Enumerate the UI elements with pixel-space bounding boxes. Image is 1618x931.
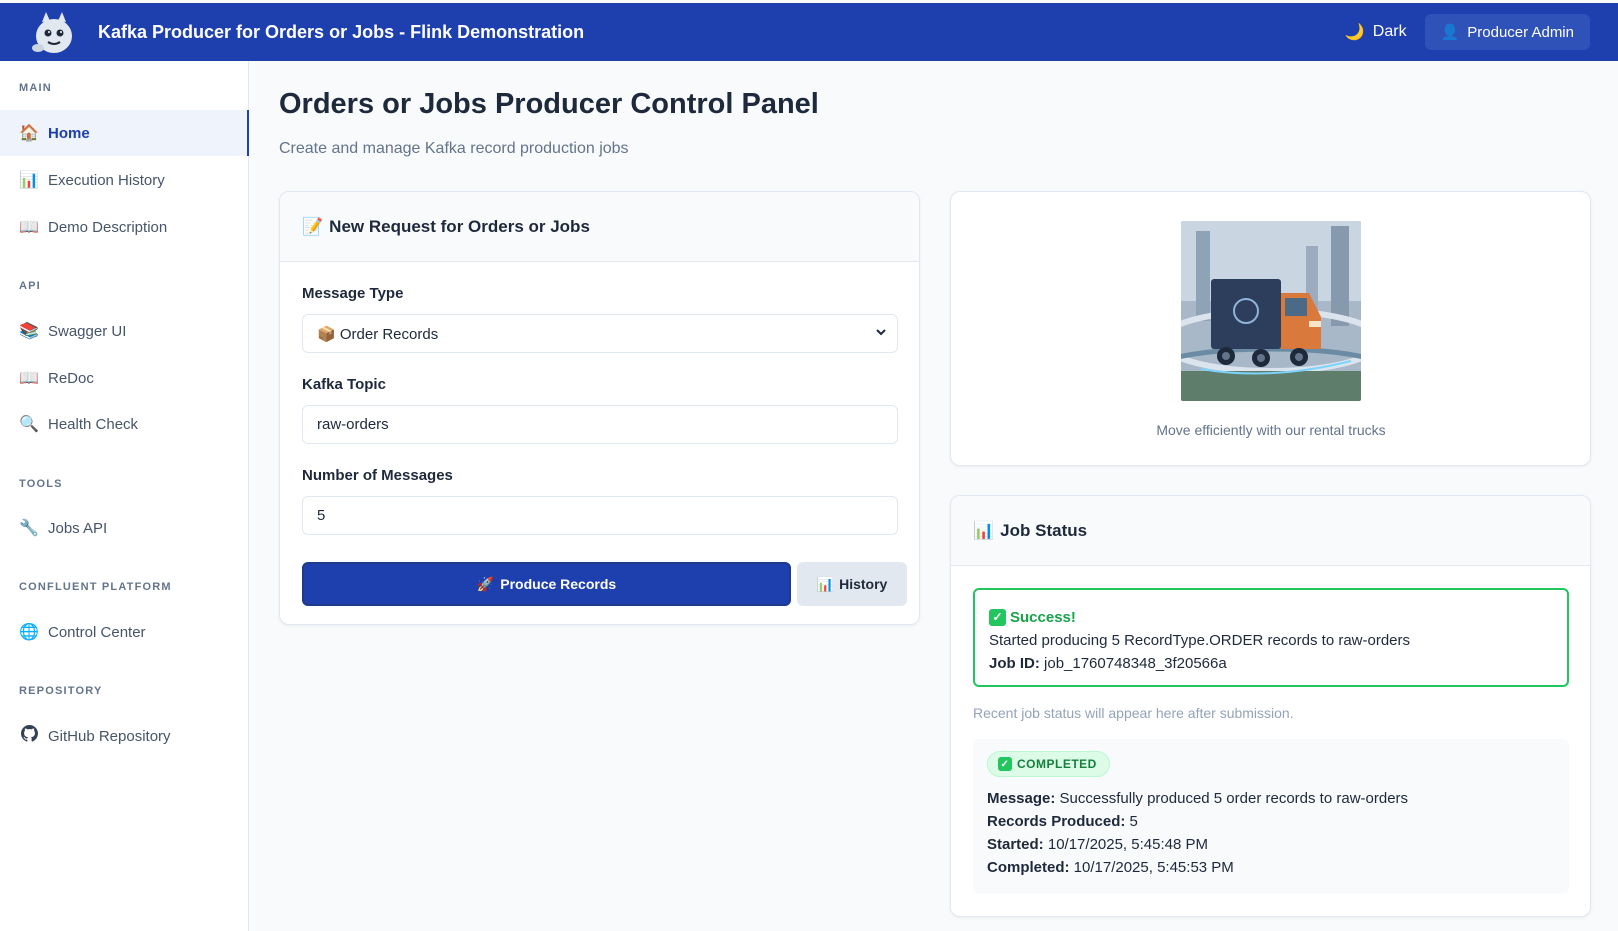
new-request-card-header: 📝 New Request for Orders or Jobs <box>280 192 919 262</box>
history-label: History <box>839 576 888 592</box>
success-alert: ✓ Success! Started producing 5 RecordTyp… <box>973 588 1569 687</box>
bar-chart-icon: 📊 <box>973 520 995 540</box>
message-count-value: 5 <box>317 507 326 524</box>
sidebar-item-label: Execution History <box>48 171 165 189</box>
started-label: Started: <box>987 836 1044 853</box>
job-id-label: Job ID: <box>989 655 1040 672</box>
theme-toggle-label: Dark <box>1372 23 1407 40</box>
completed-label: Completed: <box>987 859 1070 876</box>
app-title: Kafka Producer for Orders or Jobs - Flin… <box>98 21 585 42</box>
truck-image-card: Move efficiently with our rental trucks <box>950 191 1591 466</box>
message-type-label: Message Type <box>302 285 404 302</box>
sidebar-item-label: Swagger UI <box>48 322 127 340</box>
sidebar-item-health-check[interactable]: 🔍 Health Check <box>0 401 249 447</box>
magnifier-icon: 🔍 <box>19 416 39 433</box>
sidebar-item-swagger-ui[interactable]: 📚 Swagger UI <box>0 308 249 354</box>
sidebar-section-api: API <box>19 280 41 292</box>
sidebar-section-tools: TOOLS <box>19 478 63 490</box>
sidebar-section-main: MAIN <box>19 82 52 94</box>
check-icon: ✓ <box>989 609 1006 626</box>
status-note: Recent job status will appear here after… <box>973 705 1294 721</box>
books-icon: 📚 <box>19 323 39 340</box>
moon-icon: 🌙 <box>1344 24 1365 41</box>
records-produced-label: Records Produced: <box>987 813 1126 830</box>
check-icon: ✓ <box>998 757 1012 771</box>
rental-truck-image <box>1181 221 1361 401</box>
bar-chart-icon: 📊 <box>816 575 835 592</box>
sidebar-section-confluent: CONFLUENT PLATFORM <box>19 581 172 593</box>
theme-toggle-button[interactable]: 🌙 Dark <box>1345 22 1407 42</box>
sidebar-section-repository: REPOSITORY <box>19 685 103 697</box>
job-id-value: job_1760748348_3f20566a <box>1044 655 1227 672</box>
sidebar-item-label: GitHub Repository <box>48 727 171 745</box>
page-title: Orders or Jobs Producer Control Panel <box>279 88 819 120</box>
new-request-card: 📝 New Request for Orders or Jobs Message… <box>279 191 920 625</box>
sidebar-item-demo-description[interactable]: 📖 Demo Description <box>0 204 249 250</box>
sidebar-item-label: Demo Description <box>48 218 168 236</box>
job-status-card: 📊 Job Status ✓ Success! Started producin… <box>950 495 1591 917</box>
sidebar-item-jobs-api[interactable]: 🔧 Jobs API <box>0 505 249 551</box>
kafka-topic-label: Kafka Topic <box>302 376 386 393</box>
page-subtitle: Create and manage Kafka record productio… <box>279 140 629 157</box>
card-title: New Request for Orders or Jobs <box>329 216 590 236</box>
wrench-icon: 🔧 <box>19 520 39 537</box>
sidebar-item-redoc[interactable]: 📖 ReDoc <box>0 355 249 401</box>
alert-title: Success! <box>1010 609 1076 626</box>
sidebar-item-label: Health Check <box>48 415 139 433</box>
produce-records-button[interactable]: 🚀 Produce Records <box>302 562 791 606</box>
app-logo-icon <box>28 8 78 56</box>
status-badge: ✓ COMPLETED <box>987 751 1110 777</box>
image-caption: Move efficiently with our rental trucks <box>1156 422 1386 438</box>
user-icon: 👤 <box>1440 24 1460 41</box>
job-status-card-header: 📊 Job Status <box>951 496 1590 566</box>
started-value: 10/17/2025, 5:45:48 PM <box>1047 836 1208 853</box>
sidebar-item-execution-history[interactable]: 📊 Execution History <box>0 157 249 203</box>
alert-message: Started producing 5 RecordType.ORDER rec… <box>989 632 1411 649</box>
message-type-select[interactable]: 📦 Order Records <box>302 314 898 353</box>
user-menu-label: Producer Admin <box>1467 23 1574 41</box>
globe-icon: 🌐 <box>19 624 39 641</box>
memo-icon: 📝 <box>302 216 324 236</box>
house-icon: 🏠 <box>19 125 39 142</box>
sidebar-item-github-repository[interactable]: GitHub Repository <box>0 713 249 759</box>
job-status-detail: ✓ COMPLETED Message: Successfully produc… <box>973 739 1569 894</box>
message-count-label: Number of Messages <box>302 467 453 484</box>
sidebar-item-label: Control Center <box>48 623 146 641</box>
message-label: Message: <box>987 790 1056 807</box>
top-header: Kafka Producer for Orders or Jobs - Flin… <box>0 3 1618 61</box>
status-badge-label: COMPLETED <box>1017 757 1097 771</box>
produce-records-label: Produce Records <box>500 576 617 592</box>
sidebar-item-label: Home <box>48 124 90 142</box>
records-produced-value: 5 <box>1129 813 1138 830</box>
bar-chart-icon: 📊 <box>19 172 39 189</box>
message-value: Successfully produced 5 order records to… <box>1059 790 1409 807</box>
rocket-icon: 🚀 <box>476 575 495 592</box>
chevron-down-icon <box>875 326 887 341</box>
card-title: Job Status <box>1000 520 1088 540</box>
sidebar-item-home[interactable]: 🏠 Home <box>0 110 249 156</box>
completed-value: 10/17/2025, 5:45:53 PM <box>1073 859 1234 876</box>
message-type-value: 📦 Order Records <box>317 325 439 343</box>
sidebar-item-label: Jobs API <box>48 519 108 537</box>
history-button[interactable]: 📊 History <box>797 562 907 606</box>
book-icon: 📖 <box>19 370 39 387</box>
kafka-topic-input[interactable]: raw-orders <box>302 405 898 444</box>
github-icon <box>19 725 39 747</box>
book-icon: 📖 <box>19 219 39 236</box>
kafka-topic-value: raw-orders <box>317 416 389 433</box>
message-count-input[interactable]: 5 <box>302 496 898 535</box>
sidebar: MAIN 🏠 Home 📊 Execution History 📖 Demo D… <box>0 61 249 931</box>
user-menu-button[interactable]: 👤 Producer Admin <box>1424 14 1590 50</box>
sidebar-item-control-center[interactable]: 🌐 Control Center <box>0 609 249 655</box>
sidebar-item-label: ReDoc <box>48 369 94 387</box>
